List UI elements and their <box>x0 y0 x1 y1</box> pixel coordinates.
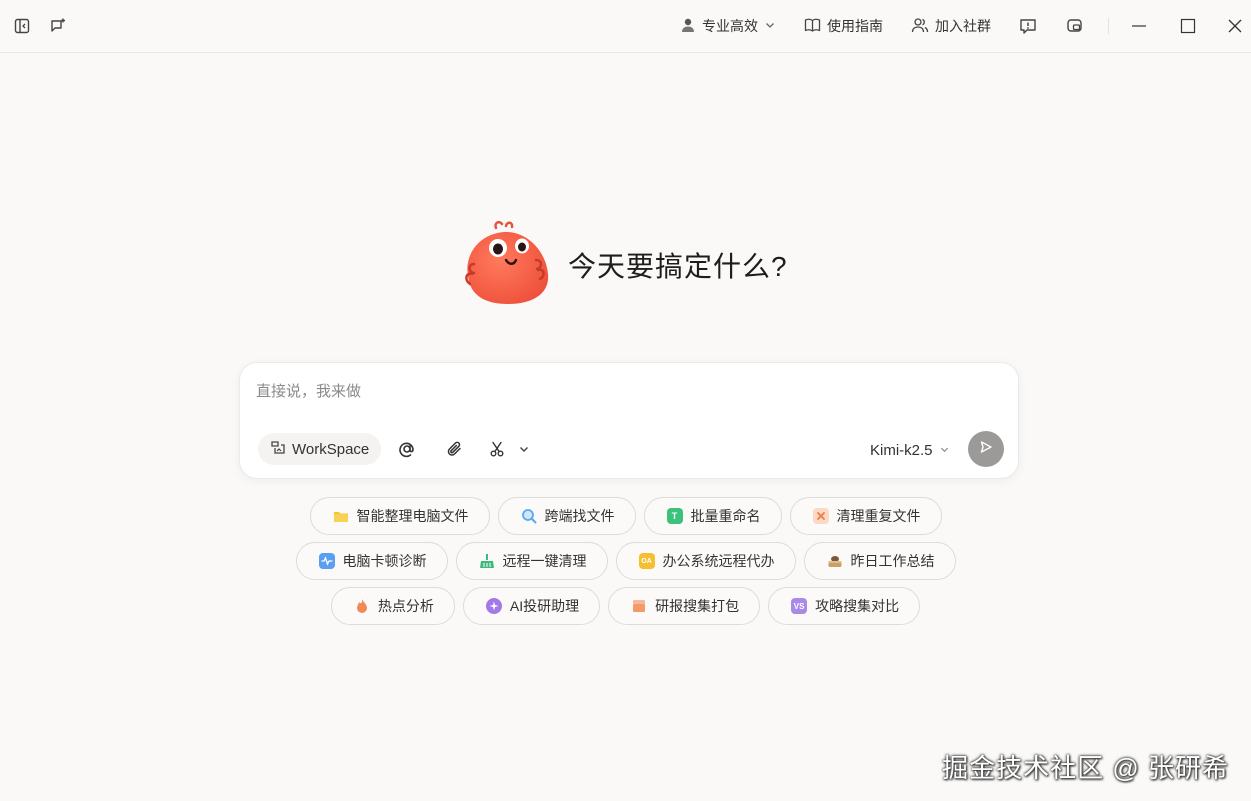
model-chevron-down-icon <box>939 442 950 459</box>
kimi-mascot-logo <box>460 220 552 311</box>
model-label: Kimi-k2.5 <box>870 441 933 459</box>
community-label: 加入社群 <box>935 18 991 34</box>
folder-icon <box>333 508 349 524</box>
chip-oa-remote[interactable]: OA 办公系统远程代办 <box>615 542 796 580</box>
sidebar-toggle-icon[interactable] <box>10 14 34 38</box>
users-icon <box>911 17 929 36</box>
send-button[interactable] <box>968 431 1004 467</box>
chip-daily-summary[interactable]: 昨日工作总结 <box>803 542 956 580</box>
chip-cross-device-search[interactable]: 跨端找文件 <box>497 497 636 535</box>
chip-lag-diagnosis[interactable]: 电脑卡顿诊断 <box>295 542 448 580</box>
attachment-icon[interactable] <box>443 437 467 461</box>
report-pack-icon <box>631 598 647 614</box>
oa-icon: OA <box>638 553 655 569</box>
chevron-down-icon <box>764 18 776 34</box>
watermark: 掘金技术社区 @ 张研希 <box>942 753 1229 783</box>
chip-remote-clean[interactable]: 远程一键清理 <box>455 542 608 580</box>
maximize-icon[interactable] <box>1176 14 1200 38</box>
tools-chevron-down-icon[interactable] <box>512 437 536 461</box>
suggestion-row-2: 电脑卡顿诊断 远程一键清理 OA 办公系统远程代办 昨日工作总结 <box>0 542 1251 580</box>
mode-selector[interactable]: 专业高效 <box>680 13 776 39</box>
pip-window-icon[interactable] <box>1063 14 1087 38</box>
titlebar-divider <box>1108 18 1109 34</box>
suggestion-row-3: 热点分析 AI投研助理 研报搜集打包 VS 攻略搜集对比 <box>0 587 1251 625</box>
minimize-icon[interactable] <box>1127 14 1151 38</box>
suggestion-row-1: 智能整理电脑文件 跨端找文件 T 批量重命名 清理重复文件 <box>0 497 1251 535</box>
title-bar: 专业高效 使用指南 加入社群 <box>0 0 1251 53</box>
guide-label: 使用指南 <box>827 18 883 34</box>
chip-batch-rename[interactable]: T 批量重命名 <box>643 497 782 535</box>
prompt-input-card: 直接说，我来做 WorkSpace Kimi-k2.5 <box>239 362 1019 479</box>
chip-ai-research[interactable]: AI投研助理 <box>462 587 601 625</box>
summary-icon <box>827 553 843 569</box>
workspace-label: WorkSpace <box>292 440 370 458</box>
hero-title: 今天要搞定什么? <box>568 251 788 282</box>
chip-report-pack[interactable]: 研报搜集打包 <box>608 587 761 625</box>
book-icon <box>804 17 821 36</box>
model-selector[interactable]: Kimi-k2.5 <box>870 439 950 461</box>
new-chat-icon[interactable] <box>46 14 70 38</box>
send-icon <box>979 440 993 459</box>
mention-icon[interactable] <box>395 437 419 461</box>
hero: 今天要搞定什么? <box>460 220 788 310</box>
workspace-button[interactable]: WorkSpace <box>258 433 382 465</box>
scissors-icon[interactable] <box>486 437 510 461</box>
chip-guide-compare[interactable]: VS 攻略搜集对比 <box>768 587 921 625</box>
guide-button[interactable]: 使用指南 <box>804 13 883 39</box>
workspace-icon <box>270 439 287 460</box>
diagnose-icon <box>318 553 335 569</box>
chip-clean-duplicates[interactable]: 清理重复文件 <box>789 497 942 535</box>
duplicate-clean-icon <box>812 508 829 524</box>
compare-icon: VS <box>791 598 808 614</box>
chip-organize-files[interactable]: 智能整理电脑文件 <box>309 497 490 535</box>
feedback-icon[interactable] <box>1016 14 1040 38</box>
search-file-icon <box>521 508 537 524</box>
chip-hot-topics[interactable]: 热点分析 <box>330 587 455 625</box>
close-icon[interactable] <box>1223 14 1247 38</box>
ai-research-icon <box>485 598 502 614</box>
rename-icon: T <box>666 508 683 524</box>
remote-clean-icon <box>479 553 495 569</box>
hot-icon <box>354 598 370 614</box>
mode-label: 专业高效 <box>702 18 758 34</box>
community-button[interactable]: 加入社群 <box>911 13 991 39</box>
user-avatar-icon <box>680 17 696 36</box>
prompt-input[interactable]: 直接说，我来做 <box>256 380 361 401</box>
